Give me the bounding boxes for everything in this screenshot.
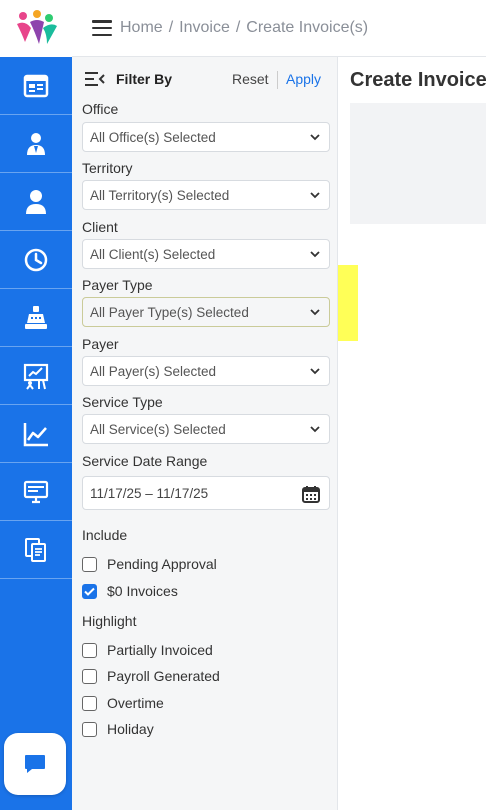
nav-reports[interactable]	[0, 347, 72, 405]
calendar-icon[interactable]	[301, 484, 321, 504]
presentation-icon	[23, 363, 49, 390]
office-label: Office	[82, 101, 119, 117]
collapse-filter-icon[interactable]	[84, 71, 106, 87]
date-range-label: Service Date Range	[82, 453, 208, 469]
payer-select[interactable]: All Payer(s) Selected	[82, 356, 330, 386]
reset-button[interactable]: Reset	[232, 71, 269, 87]
breadcrumb-separator: /	[235, 19, 241, 36]
checkbox-label: Pending Approval	[107, 556, 217, 572]
client-select-value: All Client(s) Selected	[90, 246, 216, 262]
monitor-icon	[23, 480, 49, 503]
pending-approval-checkbox[interactable]: Pending Approval	[82, 556, 217, 572]
payer-type-label: Payer Type	[82, 277, 153, 293]
date-range-input[interactable]: 11/17/25 – 11/17/25	[82, 476, 330, 510]
territory-label: Territory	[82, 160, 133, 176]
service-type-label: Service Type	[82, 394, 163, 410]
nav-documents[interactable]	[0, 521, 72, 579]
menu-icon[interactable]	[92, 20, 112, 36]
service-type-select-value: All Service(s) Selected	[90, 421, 226, 437]
chevron-down-icon	[310, 134, 320, 141]
left-nav-rail	[0, 0, 72, 810]
territory-select[interactable]: All Territory(s) Selected	[82, 180, 330, 210]
chevron-down-icon	[310, 309, 320, 316]
checkbox-label: Overtime	[107, 695, 164, 711]
breadcrumb: Home / Invoice / Create Invoice(s)	[120, 19, 368, 37]
chart-icon	[23, 422, 48, 446]
apply-button[interactable]: Apply	[286, 71, 321, 87]
nav-dashboard[interactable]	[0, 57, 72, 115]
checkbox-checked[interactable]	[82, 583, 97, 599]
payer-select-value: All Payer(s) Selected	[90, 363, 217, 379]
nav-monitor[interactable]	[0, 463, 72, 521]
user-icon	[26, 189, 46, 214]
chat-button[interactable]	[4, 733, 66, 795]
payer-label: Payer	[82, 336, 119, 352]
nav-user[interactable]	[0, 173, 72, 231]
service-type-select[interactable]: All Service(s) Selected	[82, 414, 330, 444]
checkbox-label: $0 Invoices	[107, 583, 178, 599]
breadcrumb-invoice[interactable]: Invoice	[179, 19, 230, 37]
partially-invoiced-checkbox[interactable]: Partially Invoiced	[82, 642, 213, 658]
office-select-value: All Office(s) Selected	[90, 129, 216, 145]
territory-select-value: All Territory(s) Selected	[90, 187, 230, 203]
checkbox[interactable]	[82, 668, 97, 684]
nav-billing[interactable]	[0, 289, 72, 347]
checkbox-label: Holiday	[107, 721, 154, 737]
checkmark-icon	[84, 587, 95, 596]
nav-user-group[interactable]	[0, 115, 72, 173]
office-select[interactable]: All Office(s) Selected	[82, 122, 330, 152]
cash-register-icon	[25, 305, 47, 329]
checkbox[interactable]	[82, 721, 97, 737]
breadcrumb-home[interactable]: Home	[120, 19, 163, 37]
nav-analytics[interactable]	[0, 405, 72, 463]
chevron-down-icon	[310, 192, 320, 199]
chevron-down-icon	[310, 251, 320, 258]
filter-panel: Filter By Reset Apply Office All Office(…	[72, 57, 338, 810]
payroll-generated-checkbox[interactable]: Payroll Generated	[82, 668, 220, 684]
holiday-checkbox[interactable]: Holiday	[82, 721, 154, 737]
overtime-checkbox[interactable]: Overtime	[82, 695, 164, 711]
checkbox-label: Partially Invoiced	[107, 642, 213, 658]
breadcrumb-separator: /	[168, 19, 174, 36]
page-title: Create Invoice	[350, 69, 486, 91]
checkbox[interactable]	[82, 556, 97, 572]
top-bar: Home / Invoice / Create Invoice(s)	[72, 0, 486, 57]
date-range-value: 11/17/25 – 11/17/25	[90, 485, 209, 501]
client-select[interactable]: All Client(s) Selected	[82, 239, 330, 269]
filter-title: Filter By	[116, 71, 173, 87]
zero-invoices-checkbox[interactable]: $0 Invoices	[82, 583, 178, 599]
highlight-label: Highlight	[82, 613, 137, 629]
content-card	[350, 103, 486, 224]
documents-icon	[25, 537, 46, 562]
user-group-icon	[27, 132, 45, 155]
clock-icon	[24, 248, 48, 271]
app-logo[interactable]	[0, 0, 72, 57]
checkbox[interactable]	[82, 642, 97, 658]
include-label: Include	[82, 527, 128, 543]
dashboard-icon	[23, 74, 49, 97]
checkbox-label: Payroll Generated	[107, 668, 220, 684]
divider	[277, 71, 278, 89]
chat-icon	[25, 755, 45, 773]
payer-type-select-value: All Payer Type(s) Selected	[90, 304, 249, 320]
logo-figures-icon	[17, 9, 57, 44]
nav-time[interactable]	[0, 231, 72, 289]
payer-type-select[interactable]: All Payer Type(s) Selected	[82, 297, 330, 327]
chevron-down-icon	[310, 426, 320, 433]
checkbox[interactable]	[82, 695, 97, 711]
client-label: Client	[82, 219, 118, 235]
breadcrumb-current: Create Invoice(s)	[246, 19, 369, 36]
chevron-down-icon	[310, 368, 320, 375]
